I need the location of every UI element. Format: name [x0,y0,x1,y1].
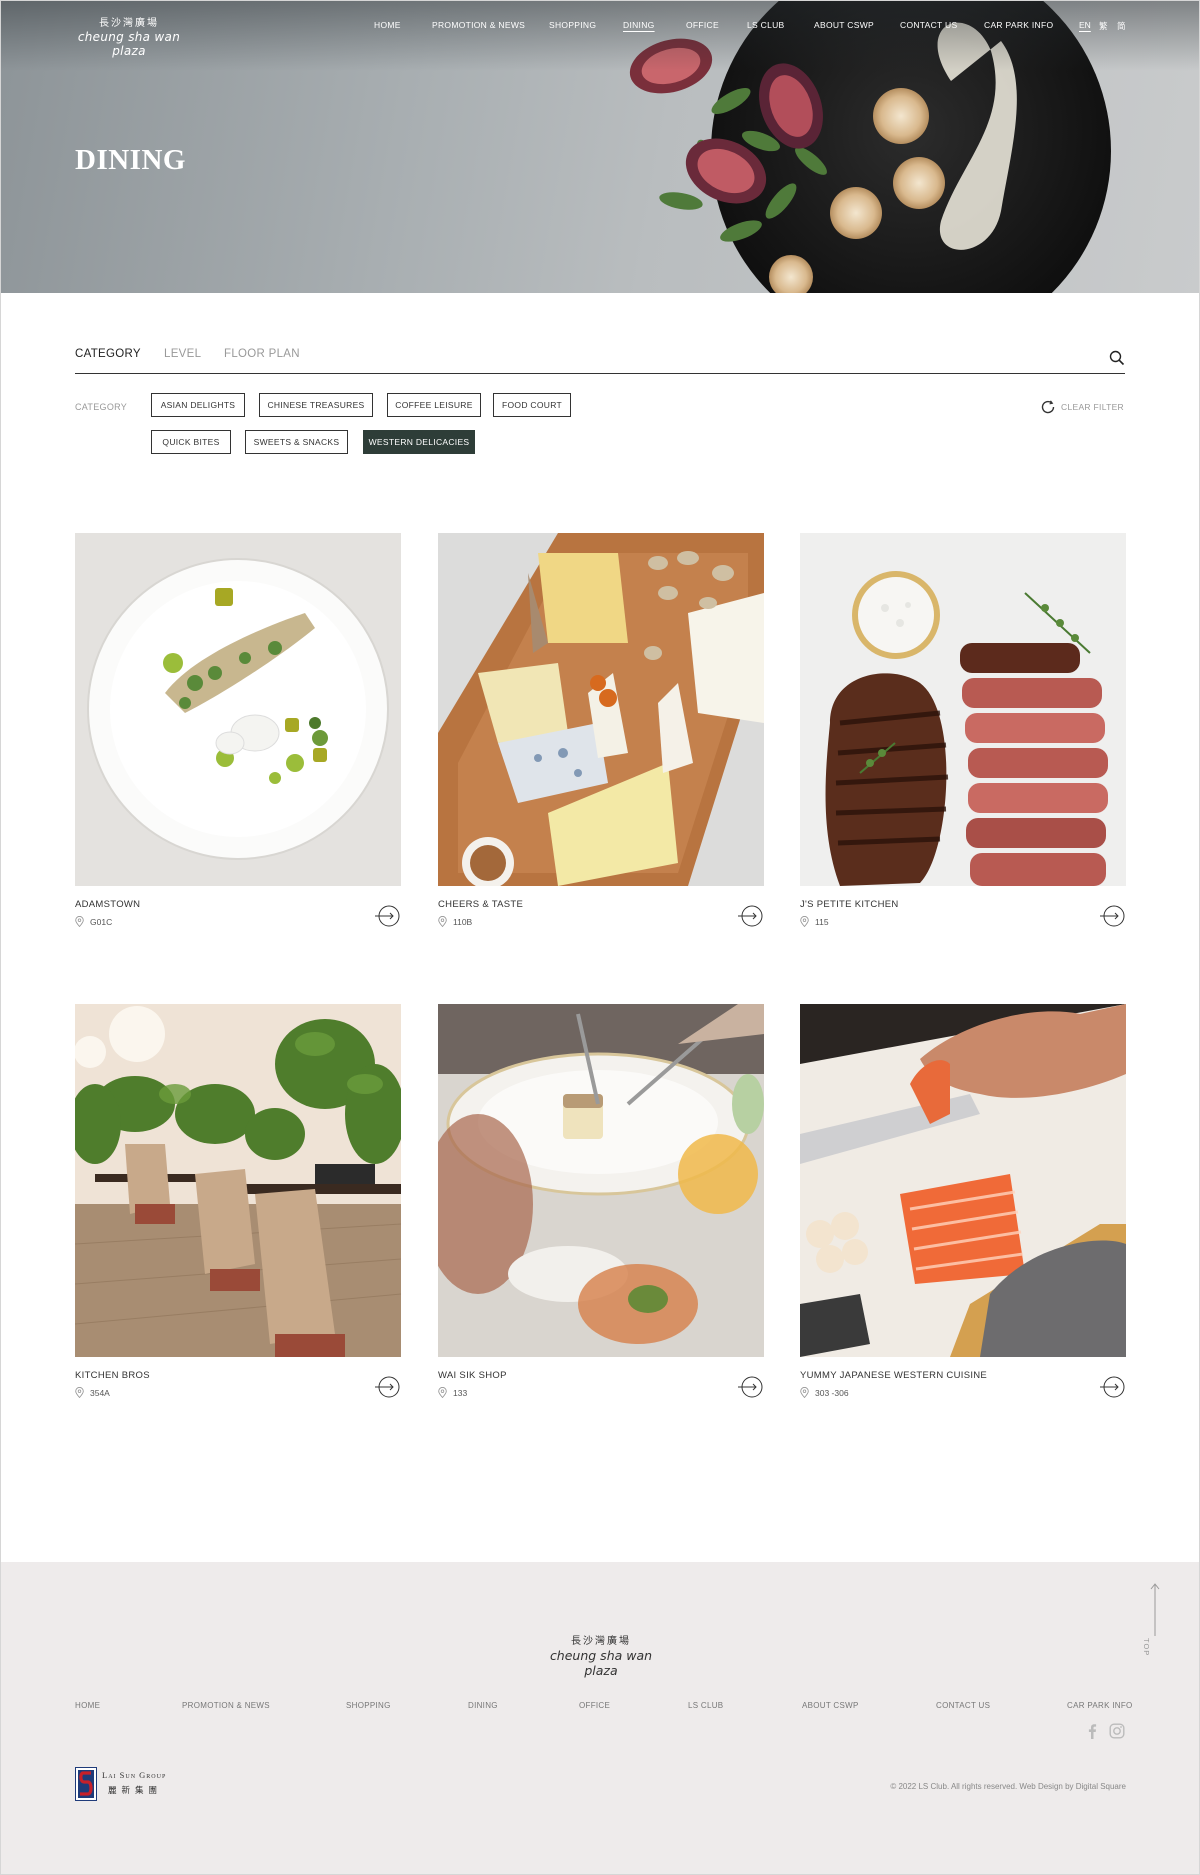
refresh-icon [1041,400,1055,414]
shop-location: 110B [438,916,472,927]
footer-nav-promotion-news[interactable]: PROMOTION & NEWS [182,1701,270,1710]
shop-card-kitchen-bros[interactable]: KITCHEN BROS 354A [75,1004,401,1398]
view-shop-arrow-icon[interactable] [738,905,764,927]
nav-shopping[interactable]: SHOPPING [549,20,596,30]
lai-sun-group-name-chinese: 麗新集團 [108,1786,163,1796]
shop-location: 303 -306 [800,1387,849,1398]
view-shop-arrow-icon[interactable] [738,1376,764,1398]
back-to-top-button[interactable]: TOP [1142,1582,1163,1656]
nav-contact-us[interactable]: CONTACT US [900,20,957,30]
shop-name: KITCHEN BROS [75,1370,150,1381]
location-pin-icon [438,916,447,927]
footer-logo[interactable]: 長沙灣廣場 cheung sha wan plaza [539,1632,663,1678]
logo-english: cheung sha wan plaza [77,30,181,58]
site-footer: TOP 長沙灣廣場 cheung sha wan plaza HOME PROM… [1,1562,1199,1874]
footer-nav-office[interactable]: OFFICE [579,1701,610,1710]
location-pin-icon [75,916,84,927]
view-shop-arrow-icon[interactable] [375,905,401,927]
facebook-icon[interactable] [1084,1723,1100,1739]
shop-name: YUMMY JAPANESE WESTERN CUISINE [800,1370,988,1381]
nav-dining[interactable]: DINING [623,20,655,30]
chip-quick-bites[interactable]: QUICK BITES [151,430,231,454]
nav-about-cswp[interactable]: ABOUT CSWP [814,20,874,30]
shop-card-wai-sik-shop[interactable]: WAI SIK SHOP 133 [438,1004,764,1398]
hero-banner: 長沙灣廣場 cheung sha wan plaza HOME PROMOTIO… [1,1,1199,293]
view-shop-arrow-icon[interactable] [1100,905,1126,927]
filter-tabs: CATEGORY LEVEL FLOOR PLAN [75,346,1125,374]
tab-floor-plan[interactable]: FLOOR PLAN [224,348,300,360]
view-shop-arrow-icon[interactable] [1100,1376,1126,1398]
footer-nav-home[interactable]: HOME [75,1701,100,1710]
footer-nav-dining[interactable]: DINING [468,1701,498,1710]
main-nav: HOME PROMOTION & NEWS SHOPPING DINING OF… [1,20,1199,34]
clear-filter-label: CLEAR FILTER [1061,402,1124,412]
shop-card-cheers-taste[interactable]: CHEERS & TASTE 110B [438,533,764,927]
view-shop-arrow-icon[interactable] [375,1376,401,1398]
chip-chinese-treasures[interactable]: CHINESE TREASURES [259,393,373,417]
shop-location-code: G01C [90,916,113,927]
nav-car-park-info[interactable]: CAR PARK INFO [984,20,1053,30]
footer-logo-chinese: 長沙灣廣場 [571,1636,631,1647]
copyright-text: © 2022 LS Club. All rights reserved. Web… [890,1782,1126,1791]
instagram-icon[interactable] [1109,1723,1125,1739]
lang-simplified[interactable]: 简 [1117,20,1126,32]
footer-nav-shopping[interactable]: SHOPPING [346,1701,391,1710]
page-title: DINING [75,144,186,176]
page: 長沙灣廣場 cheung sha wan plaza HOME PROMOTIO… [0,0,1200,1875]
lang-traditional[interactable]: 繁 [1099,20,1108,32]
chip-sweets-snacks[interactable]: SWEETS & SNACKS [245,430,348,454]
footer-nav-about-cswp[interactable]: ABOUT CSWP [802,1701,859,1710]
search-icon[interactable] [1109,350,1125,366]
footer-nav-car-park-info[interactable]: CAR PARK INFO [1067,1701,1133,1710]
location-pin-icon [800,916,809,927]
footer-nav-ls-club[interactable]: LS CLUB [688,1701,723,1710]
lai-sun-emblem-icon [75,1767,97,1801]
shop-location-code: 354A [90,1387,110,1398]
lai-sun-group-logo[interactable]: Lai Sun Group 麗新集團 [75,1767,170,1801]
shop-location: 133 [438,1387,467,1398]
chip-coffee-leisure[interactable]: COFFEE LEISURE [387,393,481,417]
nav-ls-club[interactable]: LS CLUB [747,20,785,30]
shop-location-code: 115 [815,916,829,927]
shop-location: 354A [75,1387,110,1398]
chip-food-court[interactable]: FOOD COURT [493,393,571,417]
shop-name: J'S PETITE KITCHEN [800,899,899,910]
clear-filter-button[interactable]: CLEAR FILTER [1040,399,1124,415]
nav-home[interactable]: HOME [374,20,401,30]
arrow-up-icon [1150,1583,1160,1636]
shop-photo [800,1004,1126,1357]
shop-card-adamstown[interactable]: ADAMSTOWN G01C [75,533,401,927]
shop-photo [75,533,401,886]
footer-logo-english: cheung sha wan plaza [549,1648,653,1678]
shop-name: CHEERS & TASTE [438,899,524,910]
shop-location-code: 303 -306 [815,1387,849,1398]
category-label: CATEGORY [75,402,128,412]
shop-photo [800,533,1126,886]
shop-card-js-petite-kitchen[interactable]: J'S PETITE KITCHEN 115 [800,533,1126,927]
location-pin-icon [800,1387,809,1398]
tab-level[interactable]: LEVEL [164,348,201,360]
shop-name: ADAMSTOWN [75,899,141,910]
back-to-top-label: TOP [1142,1638,1151,1657]
shop-photo [438,1004,764,1357]
tab-category[interactable]: CATEGORY [75,348,141,360]
shop-photo [438,533,764,886]
lang-en[interactable]: EN [1079,20,1091,30]
nav-promotion-news[interactable]: PROMOTION & NEWS [432,20,525,30]
shop-location-code: 110B [453,916,473,927]
shop-location-code: 133 [453,1387,468,1398]
footer-nav-contact-us[interactable]: CONTACT US [936,1701,990,1710]
lai-sun-group-name: Lai Sun Group [102,1770,167,1780]
location-pin-icon [75,1387,84,1398]
shop-card-yummy-japanese[interactable]: YUMMY JAPANESE WESTERN CUISINE 303 -306 [800,1004,1126,1398]
location-pin-icon [438,1387,447,1398]
chip-western-delicacies[interactable]: WESTERN DELICACIES [363,430,475,454]
nav-office[interactable]: OFFICE [686,20,719,30]
shop-location: 115 [800,916,829,927]
chip-asian-delights[interactable]: ASIAN DELIGHTS [151,393,245,417]
shop-name: WAI SIK SHOP [438,1370,507,1381]
shop-location: G01C [75,916,112,927]
shop-photo [75,1004,401,1357]
